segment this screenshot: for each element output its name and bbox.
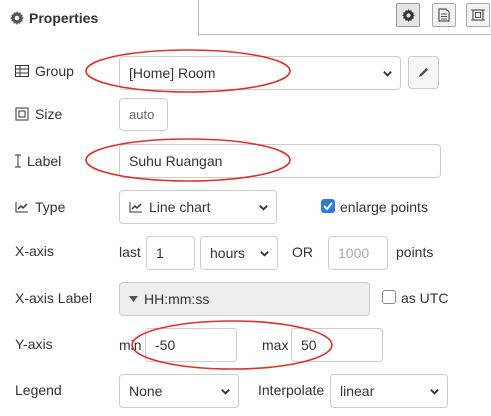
settings-tool-button[interactable] bbox=[396, 3, 420, 27]
xaxis-last-value: 1 bbox=[156, 245, 164, 261]
label-label-text: Label bbox=[27, 153, 62, 169]
type-label: Type bbox=[15, 197, 65, 217]
resize-icon bbox=[15, 107, 29, 121]
settings-gear-icon bbox=[401, 8, 415, 22]
label-input[interactable]: Suhu Ruangan bbox=[119, 144, 441, 178]
size-label: Size bbox=[15, 104, 62, 124]
group-select[interactable]: [Home] Room bbox=[119, 56, 401, 90]
group-label: Group bbox=[15, 61, 74, 81]
chevron-down-icon bbox=[259, 205, 268, 211]
legend-select-value: None bbox=[129, 383, 163, 399]
group-select-value: [Home] Room bbox=[129, 65, 216, 81]
yaxis-max-label: max bbox=[262, 337, 289, 353]
xaxis-label: X-axis bbox=[15, 243, 54, 259]
pencil-icon bbox=[418, 67, 429, 78]
size-label-text: Size bbox=[35, 106, 63, 122]
xaxis-last-label: last bbox=[119, 244, 141, 260]
xaxis-last-input[interactable]: 1 bbox=[146, 236, 195, 270]
yaxis-max-input[interactable]: 50 bbox=[291, 328, 383, 362]
size-value: auto bbox=[129, 107, 155, 122]
xaxis-points-label: points bbox=[396, 244, 434, 260]
table-icon bbox=[15, 65, 29, 77]
chevron-down-icon bbox=[260, 251, 269, 257]
chevron-down-icon bbox=[221, 389, 230, 395]
interpolate-select[interactable]: linear bbox=[330, 374, 448, 408]
chevron-down-icon bbox=[430, 389, 439, 395]
xaxis-format-value: HH:mm:ss bbox=[144, 291, 210, 307]
yaxis-min-input[interactable]: -50 bbox=[145, 328, 237, 362]
yaxis-min-value: -50 bbox=[155, 337, 176, 353]
xaxis-format-input[interactable]: HH:mm:ss bbox=[119, 282, 370, 316]
type-label-text: Type bbox=[35, 199, 66, 215]
label-input-value: Suhu Ruangan bbox=[129, 153, 223, 169]
label-label: Label bbox=[15, 151, 61, 171]
enlarge-points-label: enlarge points bbox=[340, 199, 428, 215]
appearance-tool-button[interactable] bbox=[466, 3, 490, 27]
xaxis-unit-select[interactable]: hours bbox=[200, 236, 278, 270]
legend-select[interactable]: None bbox=[119, 374, 239, 408]
xaxis-unit-value: hours bbox=[210, 245, 246, 261]
as-utc-checkbox[interactable] bbox=[382, 290, 396, 304]
chevron-down-icon bbox=[383, 71, 392, 77]
caret-down-icon bbox=[129, 296, 138, 302]
type-select-value: Line chart bbox=[149, 199, 211, 215]
interpolate-label: Interpolate bbox=[258, 382, 325, 398]
xaxis-format-label: X-axis Label bbox=[15, 290, 93, 306]
properties-panel: Properties Group [Home] Room Size auto L… bbox=[0, 0, 491, 416]
description-doc-icon bbox=[438, 8, 450, 22]
edit-group-button[interactable] bbox=[408, 56, 439, 89]
text-cursor-icon bbox=[15, 154, 21, 168]
gear-icon bbox=[10, 11, 24, 25]
properties-tab[interactable]: Properties bbox=[0, 0, 199, 36]
yaxis-max-value: 50 bbox=[301, 337, 317, 353]
group-label-text: Group bbox=[35, 63, 74, 79]
appearance-frame-icon bbox=[471, 9, 485, 21]
line-chart-icon bbox=[129, 202, 142, 213]
description-tool-button[interactable] bbox=[432, 3, 456, 27]
enlarge-points-checkbox[interactable] bbox=[321, 199, 335, 213]
checkmark-icon bbox=[323, 202, 333, 211]
size-button[interactable]: auto bbox=[119, 98, 168, 131]
xaxis-points-placeholder: 1000 bbox=[338, 245, 370, 261]
interpolate-select-value: linear bbox=[340, 383, 375, 399]
xaxis-points-input[interactable]: 1000 bbox=[328, 236, 388, 270]
panel-header: Properties bbox=[0, 0, 491, 36]
line-chart-icon bbox=[15, 202, 28, 213]
type-select[interactable]: Line chart bbox=[119, 190, 277, 224]
yaxis-label: Y-axis bbox=[15, 336, 53, 352]
as-utc-label: as UTC bbox=[401, 290, 449, 306]
xaxis-or-label: OR bbox=[292, 244, 313, 260]
yaxis-min-label: min bbox=[119, 337, 142, 353]
legend-label: Legend bbox=[15, 382, 62, 398]
properties-tab-label: Properties bbox=[29, 10, 99, 26]
